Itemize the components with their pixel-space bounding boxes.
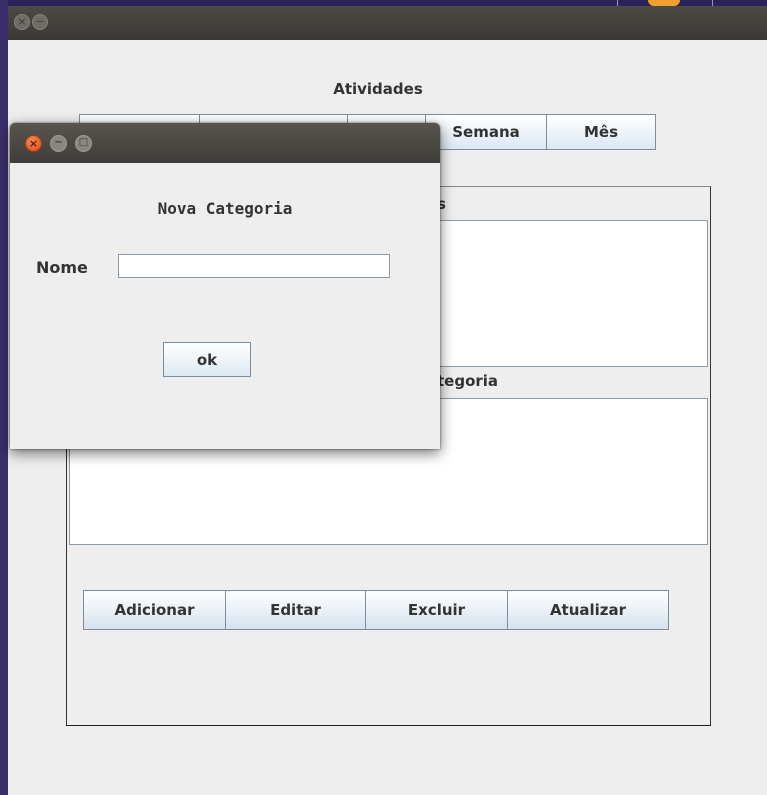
dialog-heading: Nova Categoria [157, 199, 293, 218]
desktop-left-edge [0, 0, 8, 795]
name-label: Nome [36, 258, 88, 277]
close-icon[interactable]: × [14, 14, 30, 30]
minimize-icon[interactable]: − [32, 14, 48, 30]
add-button[interactable]: Adicionar [83, 590, 226, 630]
new-category-dialog: × − □ Nova Categoria Nome ok [10, 123, 440, 449]
dialog-titlebar[interactable]: × − □ [10, 123, 440, 163]
refresh-button[interactable]: Atualizar [507, 590, 669, 630]
category-label: tegoria [437, 372, 499, 390]
maximize-icon[interactable]: □ [75, 135, 92, 152]
close-icon[interactable]: × [25, 135, 42, 152]
minimize-icon[interactable]: − [50, 135, 67, 152]
name-input[interactable] [118, 254, 390, 278]
delete-button[interactable]: Excluir [365, 590, 508, 630]
main-titlebar[interactable]: × − [8, 6, 767, 40]
tab-semana[interactable]: Semana [425, 114, 547, 150]
tab-mes[interactable]: Mês [546, 114, 656, 150]
page-title: Atividades [333, 80, 423, 98]
action-buttons: Adicionar Editar Excluir Atualizar [83, 590, 669, 630]
edit-button[interactable]: Editar [225, 590, 366, 630]
ok-button[interactable]: ok [163, 342, 251, 377]
